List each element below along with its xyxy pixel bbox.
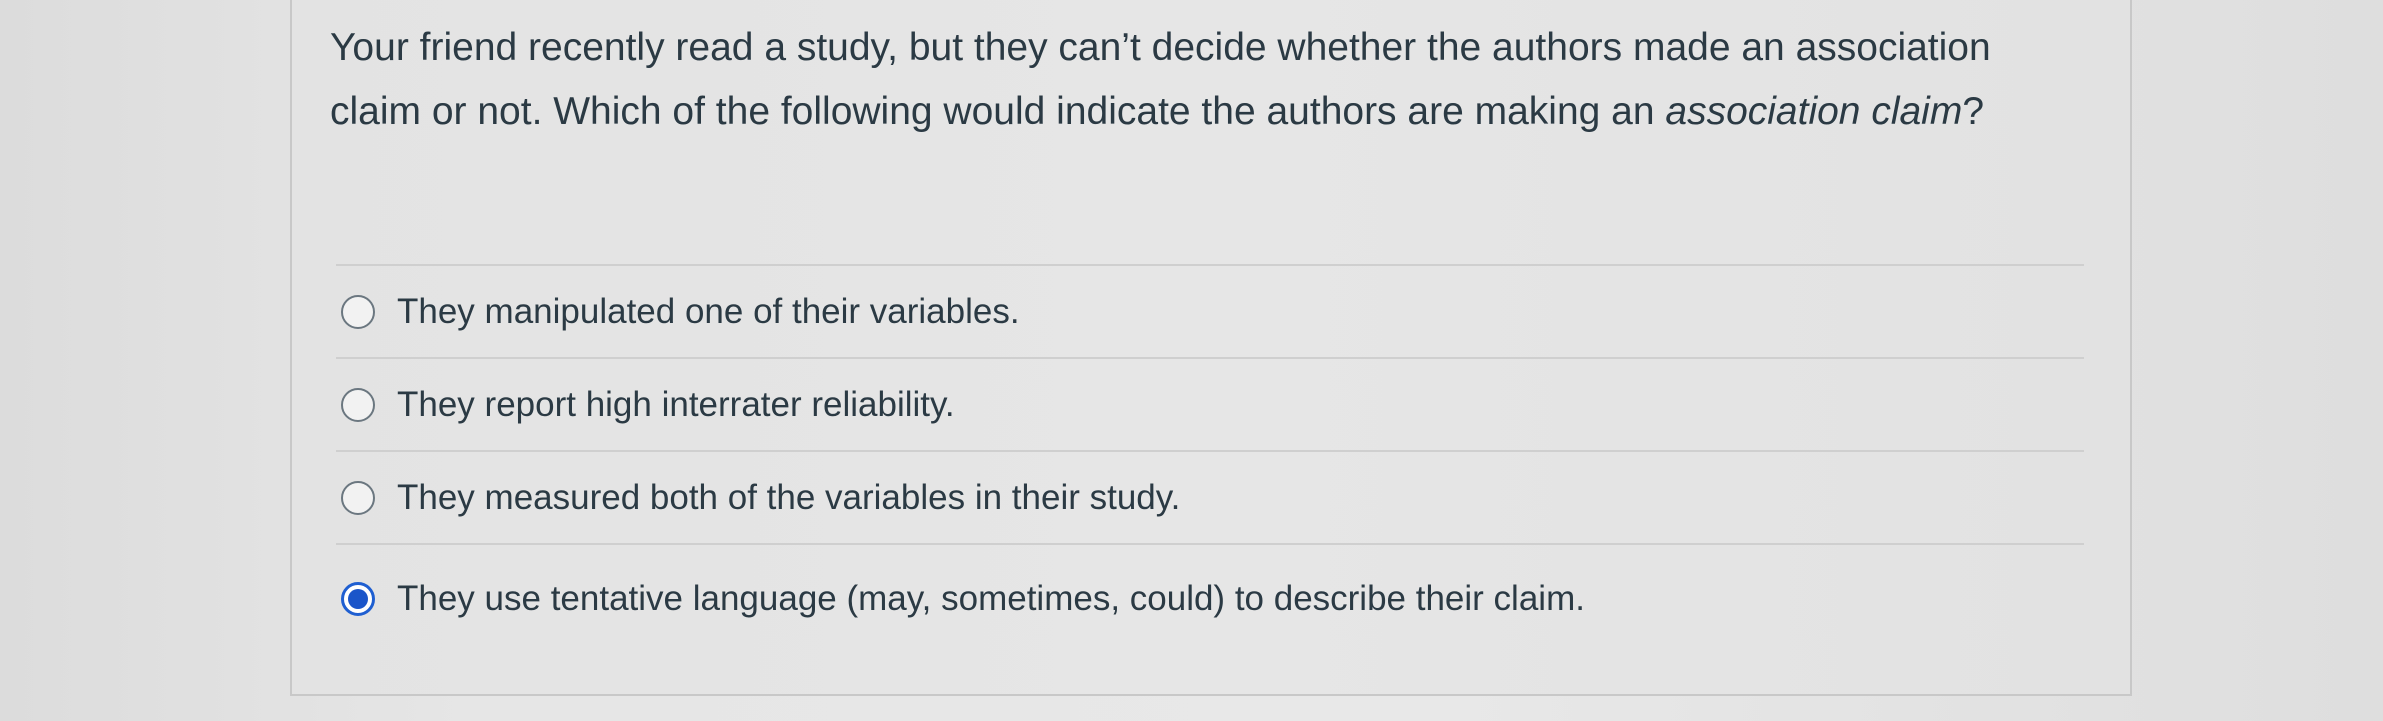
answer-label: They use tentative language (may, someti… [397,579,1585,618]
answer-label: They measured both of the variables in t… [397,477,1181,517]
radio-button[interactable] [341,387,375,422]
answer-option-1[interactable]: They manipulated one of their variables. [336,264,2084,357]
answer-option-3[interactable]: They measured both of the variables in t… [336,450,2084,543]
answer-option-2[interactable]: They report high interrater reliability. [336,357,2084,450]
answer-option-4[interactable]: They use tentative language (may, someti… [336,543,2084,653]
radio-button[interactable] [341,480,375,515]
radio-button-selected[interactable] [341,582,375,616]
answer-label: They report high interrater reliability. [397,384,955,424]
question-text: Your friend recently read a study, but t… [330,16,2090,144]
question-text-end: ? [1962,90,1985,133]
question-text-emphasis: association claim [1665,90,1963,133]
question-card: Your friend recently read a study, but t… [290,0,2132,696]
answer-list: They manipulated one of their variables.… [336,264,2084,653]
answer-label: They manipulated one of their variables. [397,291,1020,331]
radio-button[interactable] [341,294,375,329]
